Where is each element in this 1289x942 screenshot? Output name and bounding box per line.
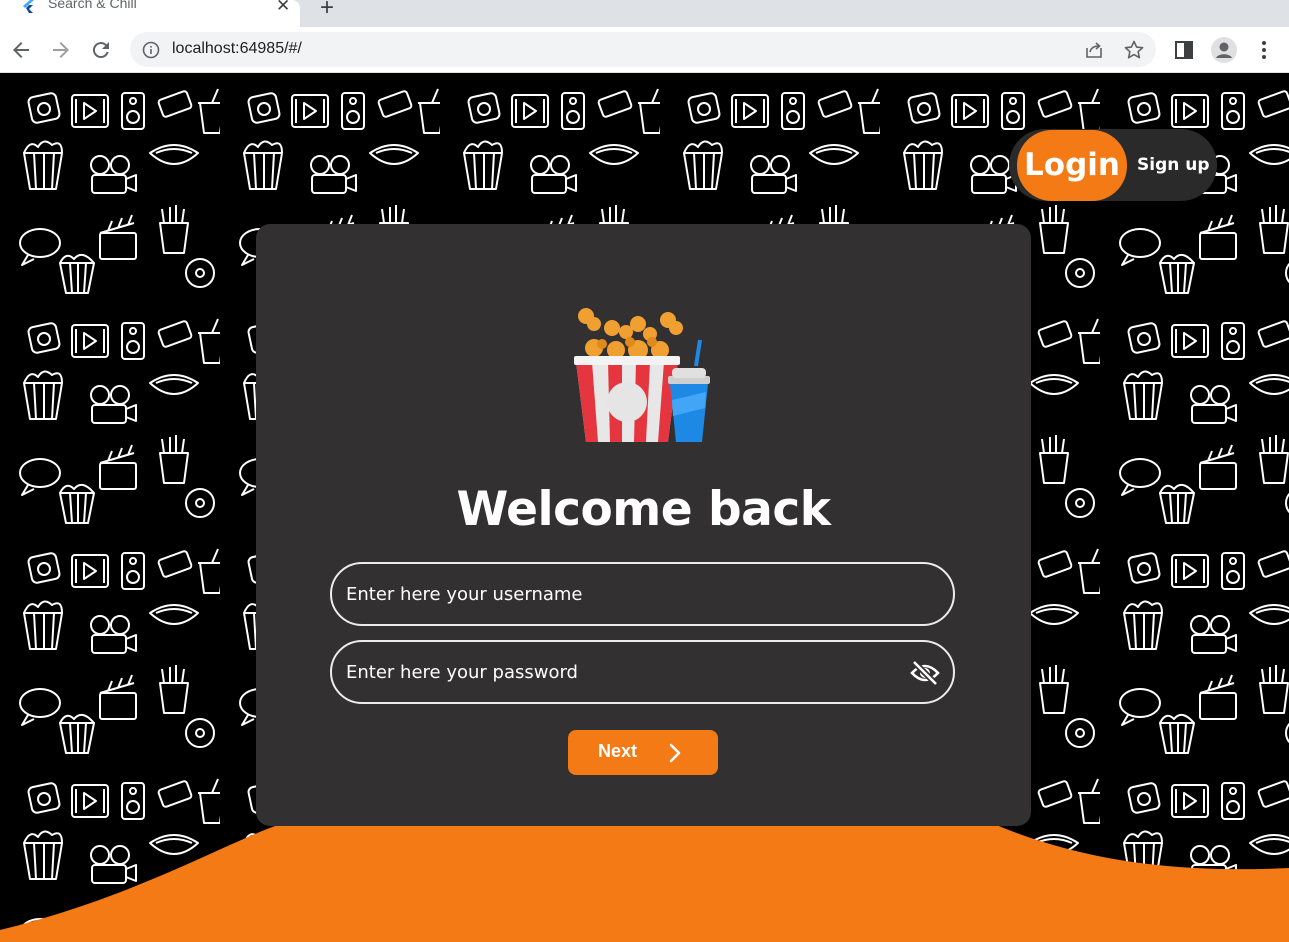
username-field[interactable] bbox=[330, 562, 955, 626]
browser-tab[interactable]: Search & Chill ✕ bbox=[0, 0, 300, 27]
tab-strip: Search & Chill ✕ + bbox=[0, 0, 1289, 27]
auth-toggle: Login Sign up bbox=[1009, 129, 1217, 201]
popcorn-soda-icon bbox=[574, 308, 710, 442]
password-input[interactable] bbox=[346, 642, 906, 702]
profile-icon[interactable] bbox=[1210, 36, 1238, 64]
new-tab-button[interactable]: + bbox=[320, 0, 334, 22]
reload-icon[interactable] bbox=[89, 38, 113, 62]
url-text[interactable]: localhost:64985/#/ bbox=[172, 40, 302, 58]
next-button[interactable]: Next bbox=[568, 730, 718, 775]
menu-icon[interactable] bbox=[1252, 38, 1276, 62]
chevron-right-icon bbox=[669, 743, 681, 763]
browser-toolbar: localhost:64985/#/ bbox=[0, 27, 1289, 73]
login-tab[interactable]: Login bbox=[1017, 130, 1127, 201]
forward-icon[interactable] bbox=[49, 38, 73, 62]
close-tab-icon[interactable]: ✕ bbox=[276, 0, 290, 16]
login-card: Welcome back Next bbox=[256, 224, 1031, 826]
address-bar[interactable]: localhost:64985/#/ bbox=[130, 32, 1156, 67]
welcome-title: Welcome back bbox=[456, 482, 832, 537]
next-label: Next bbox=[598, 741, 638, 761]
sidebar-icon[interactable] bbox=[1172, 38, 1196, 62]
flutter-icon bbox=[23, 0, 34, 13]
back-icon[interactable] bbox=[9, 38, 33, 62]
star-icon[interactable] bbox=[1123, 39, 1145, 61]
page-viewport: Login Sign up Welcome back Enter here yo… bbox=[0, 73, 1289, 942]
signup-tab[interactable]: Sign up bbox=[1137, 130, 1210, 201]
info-icon[interactable] bbox=[142, 41, 160, 59]
password-field[interactable] bbox=[330, 640, 955, 704]
share-icon[interactable] bbox=[1083, 39, 1105, 61]
tab-title: Search & Chill bbox=[48, 0, 137, 11]
username-input[interactable] bbox=[346, 564, 906, 624]
eye-off-icon[interactable] bbox=[910, 659, 940, 687]
